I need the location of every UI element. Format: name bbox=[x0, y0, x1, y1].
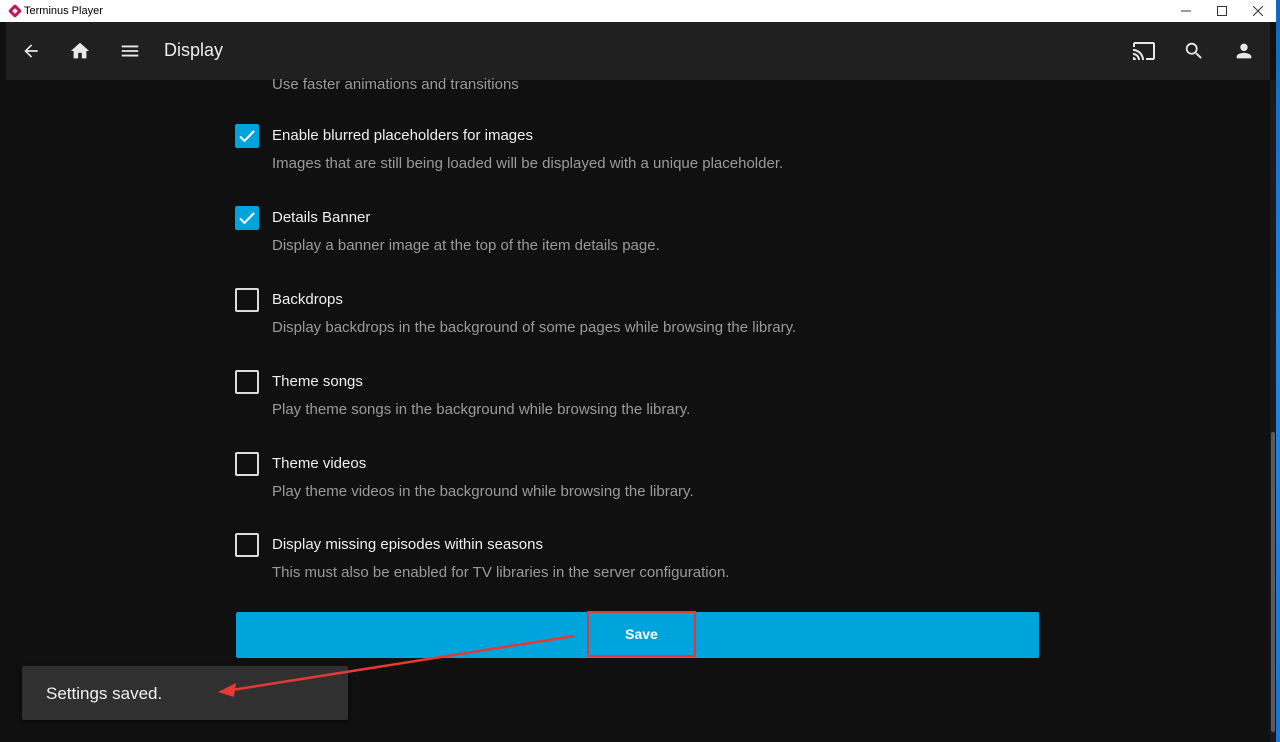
option-description: This must also be enabled for TV librari… bbox=[272, 564, 730, 581]
window-title: Terminus Player bbox=[24, 5, 103, 17]
save-button-label: Save bbox=[625, 626, 658, 642]
scrollbar[interactable] bbox=[1270, 80, 1276, 742]
menu-icon bbox=[121, 45, 139, 57]
option-description: Images that are still being loaded will … bbox=[272, 155, 784, 172]
minimize-icon bbox=[1181, 10, 1191, 12]
option-description: Play theme videos in the background whil… bbox=[272, 483, 694, 500]
checkbox-blurred-placeholders[interactable] bbox=[235, 124, 259, 148]
checkbox-backdrops[interactable] bbox=[235, 288, 259, 312]
app-header: Display bbox=[6, 22, 1270, 80]
option-description: Display a banner image at the top of the… bbox=[272, 237, 660, 254]
maximize-icon bbox=[1217, 6, 1227, 16]
option-label[interactable]: Display missing episodes within seasons bbox=[272, 536, 543, 553]
minimize-button[interactable] bbox=[1168, 0, 1204, 22]
save-button[interactable]: Save bbox=[236, 611, 1039, 658]
option-description: Play theme songs in the background while… bbox=[272, 401, 691, 418]
scrollbar-thumb[interactable] bbox=[1271, 432, 1275, 732]
app-window: Terminus Player Display Use faster anima… bbox=[0, 0, 1276, 742]
checkmark-icon bbox=[239, 212, 255, 225]
user-icon bbox=[1236, 43, 1252, 59]
search-icon bbox=[1185, 42, 1202, 59]
option-backdrops: Backdrops Display backdrops in the backg… bbox=[235, 288, 1035, 348]
checkbox-missing-episodes[interactable] bbox=[235, 533, 259, 557]
checkmark-icon bbox=[239, 130, 255, 143]
checkbox-theme-videos[interactable] bbox=[235, 452, 259, 476]
toast-notification: Settings saved. bbox=[22, 666, 348, 720]
option-label[interactable]: Details Banner bbox=[272, 209, 370, 226]
annotation-highlight-box: Save bbox=[587, 611, 696, 657]
checkbox-details-banner[interactable] bbox=[235, 206, 259, 230]
home-button[interactable] bbox=[65, 36, 95, 66]
checkbox-theme-songs[interactable] bbox=[235, 370, 259, 394]
option-theme-videos: Theme videos Play theme videos in the ba… bbox=[235, 452, 1035, 512]
window-titlebar: Terminus Player bbox=[0, 0, 1276, 22]
option-label[interactable]: Backdrops bbox=[272, 291, 343, 308]
home-icon bbox=[70, 42, 90, 59]
window-controls bbox=[1168, 0, 1276, 22]
close-button[interactable] bbox=[1240, 0, 1276, 22]
option-missing-episodes: Display missing episodes within seasons … bbox=[235, 533, 1035, 593]
option-theme-songs: Theme songs Play theme songs in the back… bbox=[235, 370, 1035, 430]
page-title: Display bbox=[164, 40, 224, 60]
settings-content: Use faster animations and transitions En… bbox=[0, 76, 1270, 742]
option-label[interactable]: Theme songs bbox=[272, 373, 363, 390]
cast-button[interactable] bbox=[1129, 36, 1159, 66]
option-description: Use faster animations and transitions bbox=[272, 76, 519, 93]
menu-button[interactable] bbox=[115, 36, 145, 66]
cast-icon bbox=[1133, 42, 1155, 60]
search-button[interactable] bbox=[1179, 36, 1209, 66]
option-label[interactable]: Enable blurred placeholders for images bbox=[272, 127, 533, 144]
toast-message: Settings saved. bbox=[46, 684, 163, 703]
maximize-button[interactable] bbox=[1204, 0, 1240, 22]
option-blurred-placeholders: Enable blurred placeholders for images I… bbox=[235, 124, 1035, 184]
user-button[interactable] bbox=[1229, 36, 1259, 66]
desktop-wallpaper bbox=[1276, 0, 1280, 742]
back-button[interactable] bbox=[16, 36, 46, 66]
back-arrow-icon bbox=[24, 44, 38, 58]
app-logo-icon bbox=[7, 3, 23, 19]
option-label[interactable]: Theme videos bbox=[272, 455, 366, 472]
option-description: Display backdrops in the background of s… bbox=[272, 319, 797, 336]
close-icon bbox=[1253, 6, 1263, 16]
option-details-banner: Details Banner Display a banner image at… bbox=[235, 206, 1035, 266]
